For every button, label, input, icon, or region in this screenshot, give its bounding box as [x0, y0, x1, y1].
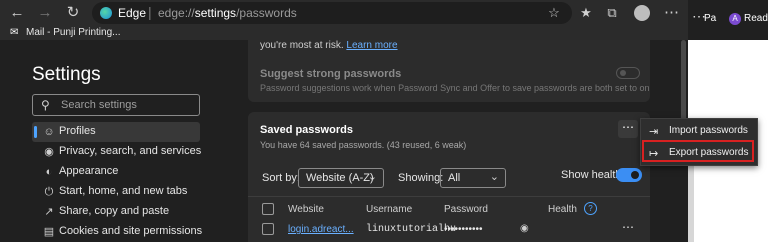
- row-more-icon[interactable]: ⋯: [622, 220, 634, 234]
- show-health-label: Show health: [561, 169, 622, 181]
- sidebar-item-start-home[interactable]: ⏻ Start, home, and new tabs: [32, 182, 200, 202]
- show-health-toggle[interactable]: [616, 168, 642, 182]
- search-icon: ⚲: [41, 98, 50, 112]
- favorites-icon[interactable]: ★: [578, 5, 594, 21]
- lock-icon: ◉: [44, 146, 54, 158]
- mail-icon: ✉: [10, 27, 19, 38]
- favorite-link[interactable]: Mail - Punji Printing...: [26, 27, 120, 38]
- sidebar-item-label: Appearance: [59, 165, 119, 177]
- row-website[interactable]: login.adreact...: [288, 224, 354, 235]
- column-header-username[interactable]: Username: [366, 204, 412, 215]
- avatar[interactable]: [634, 5, 650, 21]
- sidebar-item-share[interactable]: ↗ Share, copy and paste: [32, 202, 200, 222]
- info-icon[interactable]: ?: [584, 202, 597, 215]
- background-tab-label: Ready to I: [744, 13, 768, 24]
- suggest-passwords-title: Suggest strong passwords: [260, 68, 402, 80]
- more-options-icon[interactable]: ⋯: [664, 3, 679, 21]
- sidebar-item-profiles[interactable]: ☺ Profiles: [32, 122, 200, 142]
- suggest-passwords-card: you're most at risk. Learn more Suggest …: [248, 40, 650, 102]
- address-app-name: Edge: [118, 6, 147, 20]
- sidebar-item-label: Start, home, and new tabs: [59, 185, 188, 197]
- import-icon: ⇥: [649, 126, 659, 138]
- address-bar[interactable]: Edge | edge://settings/passwords ☆: [92, 2, 572, 24]
- sort-label: Sort by:: [262, 172, 300, 184]
- showing-label: Showing:: [398, 172, 444, 184]
- learn-more-link[interactable]: Learn more: [346, 40, 397, 51]
- tab-favicon-icon: A: [729, 13, 741, 25]
- background-tab-strip: ⋯ Pa A Ready to I: [688, 0, 768, 40]
- chevron-down-icon: ⌄: [367, 171, 377, 183]
- page-title: Settings: [32, 64, 101, 85]
- forward-icon[interactable]: →: [36, 4, 54, 22]
- search-placeholder: Search settings: [61, 99, 137, 111]
- share-icon: ↗: [44, 206, 54, 218]
- chevron-down-icon: ⌄: [489, 171, 499, 183]
- add-favorite-icon[interactable]: ☆: [546, 5, 562, 21]
- search-input[interactable]: ⚲ Search settings: [32, 94, 200, 116]
- sidebar-item-label: Privacy, search, and services: [59, 145, 202, 157]
- power-icon: ⏻: [44, 186, 54, 198]
- import-passwords-item[interactable]: ⇥ Import passwords: [641, 121, 757, 141]
- saved-passwords-card: Saved passwords You have 64 saved passwo…: [248, 112, 650, 242]
- import-label: Import passwords: [669, 125, 748, 136]
- refresh-icon[interactable]: ↻: [64, 4, 82, 22]
- browser-toolbar: ← → ↻ Edge | edge://settings/passwords ☆…: [0, 0, 688, 26]
- sort-select[interactable]: Website (A-Z) ⌄: [298, 168, 384, 188]
- more-actions-button[interactable]: ⋯: [618, 120, 638, 138]
- sort-value: Website (A-Z): [306, 172, 374, 184]
- palette-icon: ◐: [45, 166, 53, 178]
- saved-passwords-title: Saved passwords: [260, 124, 353, 136]
- sidebar-item-label: Profiles: [59, 125, 96, 137]
- sidebar-item-privacy[interactable]: ◉ Privacy, search, and services: [32, 142, 202, 162]
- address-url: edge://settings/passwords: [158, 6, 297, 20]
- back-icon[interactable]: ←: [8, 4, 26, 22]
- highlight-box: [642, 140, 754, 162]
- sidebar-item-label: Cookies and site permissions: [59, 225, 203, 237]
- edge-logo-icon: [100, 7, 112, 19]
- divider: [248, 196, 650, 197]
- select-all-checkbox[interactable]: [262, 203, 274, 215]
- person-icon: ☺: [43, 126, 55, 138]
- saved-passwords-count: You have 64 saved passwords. (43 reused,…: [260, 140, 467, 150]
- background-tab-label: Pa: [704, 13, 717, 24]
- cookie-icon: ▤: [43, 226, 55, 238]
- learn-more-text: you're most at risk. Learn more: [260, 40, 398, 51]
- active-indicator: [34, 126, 37, 138]
- column-header-password[interactable]: Password: [444, 204, 488, 215]
- sidebar-item-appearance[interactable]: ◐ Appearance: [32, 162, 200, 182]
- suggest-passwords-toggle[interactable]: [616, 67, 640, 79]
- favorites-bar: ✉ Mail - Punji Printing...: [0, 26, 688, 40]
- edge-window: ← → ↻ Edge | edge://settings/passwords ☆…: [0, 0, 688, 242]
- sidebar-item-cookies[interactable]: ▤ Cookies and site permissions: [32, 222, 203, 242]
- row-password: •••••••••••: [444, 224, 483, 235]
- row-checkbox[interactable]: [262, 223, 274, 235]
- suggest-passwords-description: Password suggestions work when Password …: [260, 83, 650, 93]
- showing-select[interactable]: All ⌄: [440, 168, 506, 188]
- show-password-icon[interactable]: ◉: [520, 223, 529, 234]
- address-separator: |: [148, 4, 152, 20]
- row-username: linuxtutorialhu: [366, 224, 457, 235]
- showing-value: All: [448, 172, 461, 184]
- column-header-website[interactable]: Website: [288, 204, 324, 215]
- column-header-health[interactable]: Health: [548, 204, 577, 215]
- sidebar-item-label: Share, copy and paste: [59, 205, 170, 217]
- collections-icon[interactable]: ⧉: [604, 5, 620, 21]
- background-scrollbar: [688, 160, 694, 242]
